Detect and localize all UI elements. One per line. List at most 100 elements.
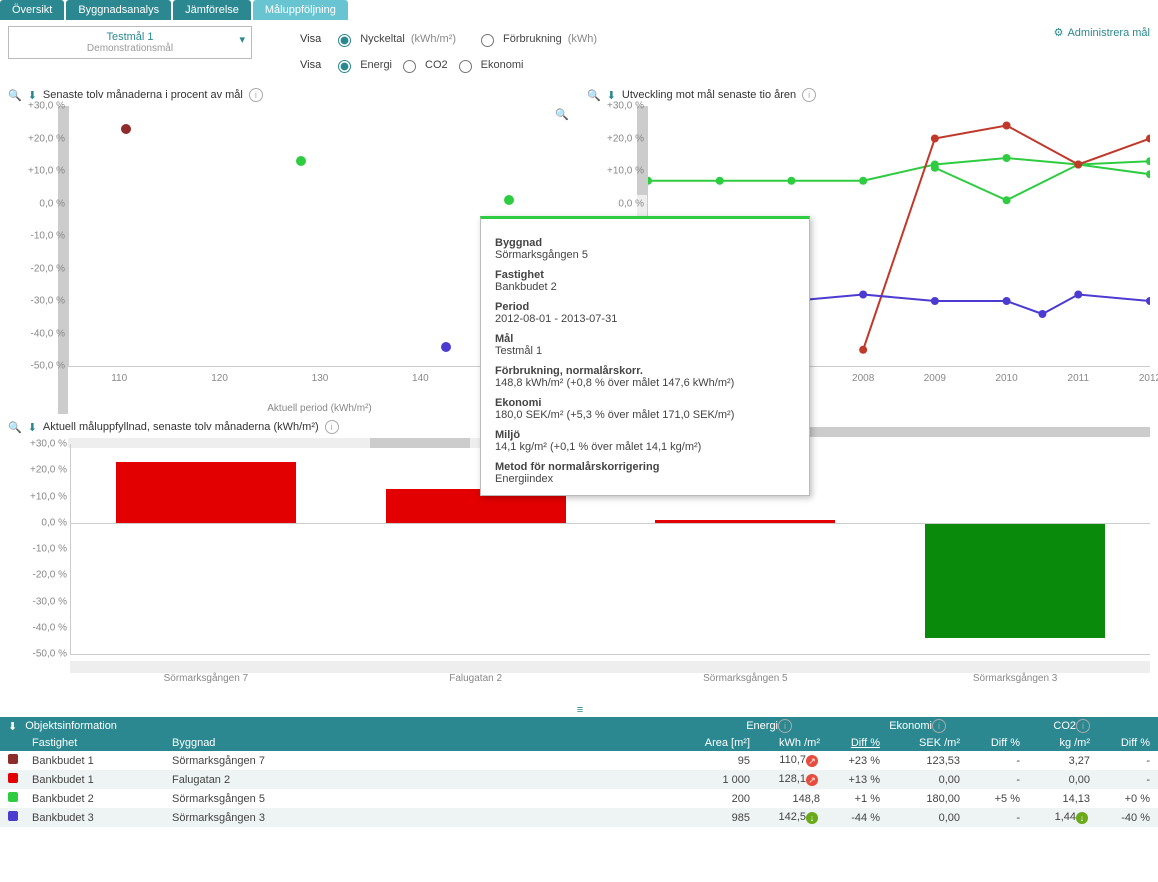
cell-diff3: +0 % — [1090, 793, 1150, 805]
cell-diff2: - — [960, 755, 1020, 767]
toolbar: Testmål 1 Demonstrationsmål ▾ Visa Nycke… — [0, 20, 1158, 84]
cell-kg: 0,00 — [1020, 774, 1090, 786]
data-point[interactable] — [121, 124, 131, 134]
cell-fastighet: Bankbudet 3 — [32, 812, 172, 824]
radio-nyckeltal-label: Nyckeltal — [360, 29, 405, 49]
download-icon[interactable]: ⬇ — [8, 720, 17, 733]
th-kwh[interactable]: kWh /m² — [750, 737, 820, 749]
radio-energi[interactable] — [338, 60, 351, 73]
tt-period: 2012-08-01 - 2013-07-31 — [495, 313, 617, 325]
info-icon[interactable]: i — [932, 719, 946, 733]
tt-forb-lbl: Förbrukning, normalårskorr. — [495, 365, 795, 377]
cell-diff3: -40 % — [1090, 812, 1150, 824]
table-row[interactable]: Bankbudet 1Sörmarksgången 795110,7↗+23 %… — [0, 751, 1158, 770]
download-icon[interactable]: ⬇ — [28, 421, 37, 434]
th-diff2[interactable]: Diff % — [960, 737, 1020, 749]
radio-forbrukning[interactable] — [481, 34, 494, 47]
admin-label: Administrera mål — [1067, 27, 1150, 39]
tt-byggnad-lbl: Byggnad — [495, 237, 795, 249]
tt-fastighet-lbl: Fastighet — [495, 269, 795, 281]
bar[interactable] — [116, 462, 296, 522]
tab-byggnadsanalys[interactable]: Byggnadsanalys — [66, 0, 171, 20]
zoom-corner-icon[interactable]: 🔍 — [555, 108, 569, 121]
cell-byggnad: Falugatan 2 — [172, 774, 472, 786]
color-dot — [8, 811, 18, 821]
cell-area: 200 — [680, 793, 750, 805]
th-byggnad[interactable]: Byggnad — [172, 737, 472, 749]
cell-kwh: 110,7↗ — [750, 754, 820, 766]
tab-oversikt[interactable]: Översikt — [0, 0, 64, 20]
th-diff1[interactable]: Diff % — [820, 737, 880, 749]
panel2-title: Utveckling mot mål senaste tio åren — [622, 89, 796, 101]
cell-area: 985 — [680, 812, 750, 824]
data-point[interactable] — [504, 195, 514, 205]
zoom-icon[interactable]: 🔍 — [8, 421, 22, 434]
radio-ekonomi-label: Ekonomi — [481, 55, 524, 75]
cell-kwh: 142,5↓ — [750, 811, 820, 823]
th-diff3[interactable]: Diff % — [1090, 737, 1150, 749]
data-point[interactable] — [441, 342, 451, 352]
radio-co2[interactable] — [403, 60, 416, 73]
cell-sek: 0,00 — [880, 774, 960, 786]
unit-kwh: (kWh) — [568, 29, 597, 49]
tt-forb: 148,8 kWh/m² (+0,8 % över målet 147,6 kW… — [495, 377, 734, 389]
cell-kwh: 148,8 — [750, 793, 820, 805]
admin-link[interactable]: ⚙ Administrera mål — [1054, 26, 1150, 39]
tt-eko-lbl: Ekonomi — [495, 397, 795, 409]
bar[interactable] — [925, 523, 1105, 639]
cell-diff3: - — [1090, 774, 1150, 786]
visa2-label: Visa — [300, 55, 321, 75]
th-sek[interactable]: SEK /m² — [880, 737, 960, 749]
cell-area: 95 — [680, 755, 750, 767]
chevron-down-icon: ▾ — [239, 33, 245, 46]
cell-diff2: - — [960, 812, 1020, 824]
info-icon[interactable]: i — [802, 88, 816, 102]
cell-diff1: +23 % — [820, 755, 880, 767]
info-icon[interactable]: i — [778, 719, 792, 733]
splitter[interactable]: ≡ — [0, 703, 1158, 717]
tt-eko: 180,0 SEK/m² (+5,3 % över målet 171,0 SE… — [495, 409, 734, 421]
scrollbar-x[interactable] — [70, 661, 1150, 673]
cell-diff1: +1 % — [820, 793, 880, 805]
th-fastighet[interactable]: Fastighet — [32, 737, 172, 749]
tt-metod-lbl: Metod för normalårskorrigering — [495, 461, 795, 473]
panel3-title: Aktuell måluppfyllnad, senaste tolv måna… — [43, 421, 319, 433]
info-icon[interactable]: i — [1076, 719, 1090, 733]
cell-kg: 1,44↓ — [1020, 811, 1090, 823]
cell-area: 1 000 — [680, 774, 750, 786]
radio-co2-label: CO2 — [425, 55, 448, 75]
th-area[interactable]: Area [m²] — [680, 737, 750, 749]
data-point[interactable] — [296, 156, 306, 166]
gear-icon: ⚙ — [1054, 26, 1064, 39]
tab-jamforelse[interactable]: Jämförelse — [173, 0, 251, 20]
th-kg[interactable]: kg /m² — [1020, 737, 1090, 749]
table-row[interactable]: Bankbudet 1Falugatan 21 000128,1↗+13 %0,… — [0, 770, 1158, 789]
tab-maluppfoljning[interactable]: Måluppföljning — [253, 0, 348, 20]
color-dot — [8, 754, 18, 764]
unit-kwhm2: (kWh/m²) — [411, 29, 456, 49]
data-table: ⬇ Objektsinformation Energi i Ekonomi i … — [0, 717, 1158, 827]
table-row[interactable]: Bankbudet 2Sörmarksgången 5200148,8+1 %1… — [0, 789, 1158, 808]
view-radios: Visa Nyckeltal (kWh/m²) Förbrukning (kWh… — [292, 26, 605, 78]
info-icon[interactable]: i — [249, 88, 263, 102]
cell-diff3: - — [1090, 755, 1150, 767]
th-co2: CO2 — [1006, 720, 1076, 732]
goal-dropdown[interactable]: Testmål 1 Demonstrationsmål ▾ — [8, 26, 252, 59]
tt-mal: Testmål 1 — [495, 345, 542, 357]
info-icon[interactable]: i — [325, 420, 339, 434]
goal-title: Testmål 1 — [15, 31, 245, 43]
th-ekonomi: Ekonomi — [852, 720, 932, 732]
tt-metod: Energiindex — [495, 473, 553, 485]
cell-kg: 14,13 — [1020, 793, 1090, 805]
tooltip-popup: Byggnad Sörmarksgången 5 Fastighet Bankb… — [480, 216, 810, 496]
cell-diff1: +13 % — [820, 774, 880, 786]
radio-nyckeltal[interactable] — [338, 34, 351, 47]
cell-sek: 180,00 — [880, 793, 960, 805]
cell-fastighet: Bankbudet 1 — [32, 774, 172, 786]
radio-forbrukning-label: Förbrukning — [503, 29, 562, 49]
tt-fastighet: Bankbudet 2 — [495, 281, 557, 293]
obj-title: Objektsinformation — [25, 720, 117, 732]
radio-ekonomi[interactable] — [459, 60, 472, 73]
th-energi: Energi — [698, 720, 778, 732]
table-row[interactable]: Bankbudet 3Sörmarksgången 3985142,5↓-44 … — [0, 808, 1158, 827]
